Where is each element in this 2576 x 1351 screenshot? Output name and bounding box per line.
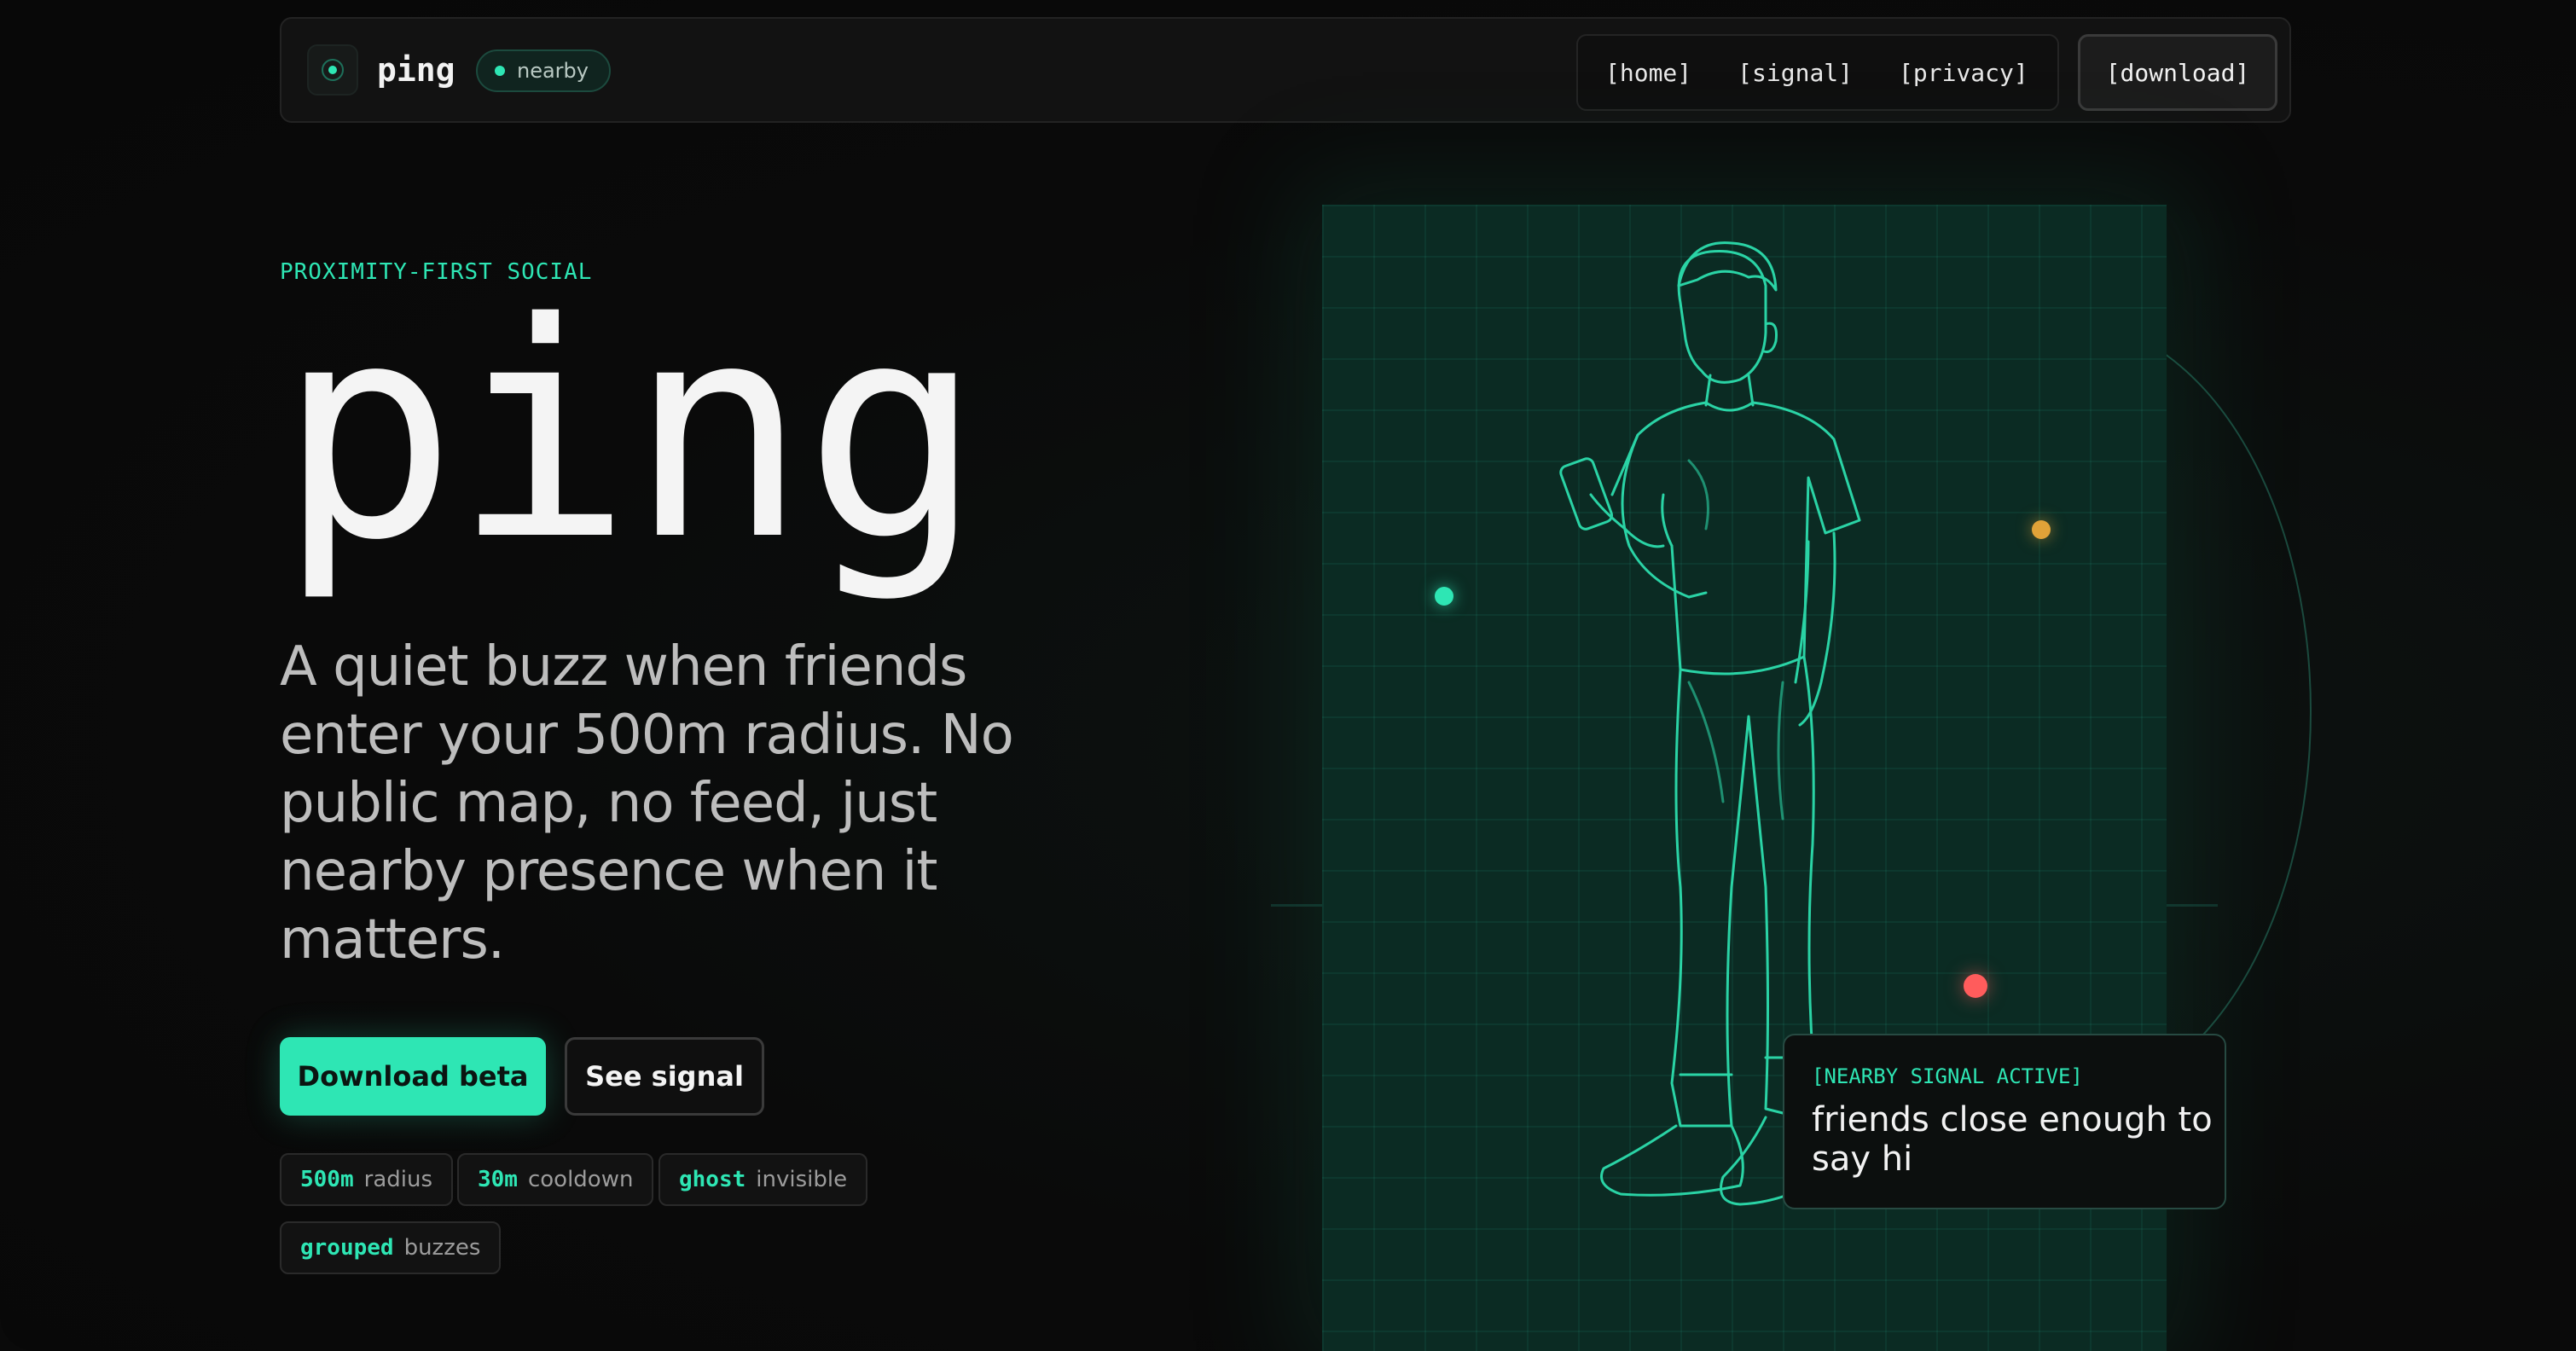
figure-arm-right: [1794, 531, 1836, 727]
nav-link-signal[interactable]: [signal]: [1738, 59, 1853, 87]
nav-links: [home] [signal] [privacy]: [1576, 34, 2059, 111]
see-signal-button[interactable]: See signal: [565, 1037, 764, 1116]
hero-title: ping: [278, 260, 983, 606]
status-dot-icon: [495, 66, 505, 76]
stat-grouped: grouped buzzes: [280, 1221, 502, 1274]
hero-description-line: matters.: [280, 908, 505, 971]
stat-value: grouped: [300, 1235, 394, 1261]
stat-ghost: ghost invisible: [659, 1153, 868, 1206]
stat-value: ghost: [679, 1167, 746, 1192]
stat-label: invisible: [756, 1167, 848, 1192]
figure-phone: [1559, 457, 1614, 531]
figure-collar: [1704, 401, 1755, 412]
figure-hair: [1677, 241, 1778, 292]
hero-description-line: public map, no feed, just: [280, 772, 937, 835]
figure-arm-left: [1621, 433, 1708, 599]
nav-link-privacy[interactable]: [privacy]: [1899, 59, 2028, 87]
stat-radius: 500m radius: [280, 1153, 453, 1206]
logo-dot: [328, 66, 337, 74]
status-badge: nearby: [476, 49, 611, 92]
nav-link-home[interactable]: [home]: [1605, 59, 1691, 87]
signal-card-label: [NEARBY SIGNAL ACTIVE]: [1812, 1064, 2083, 1088]
download-beta-button[interactable]: Download beta: [280, 1037, 546, 1116]
stat-label: cooldown: [527, 1167, 634, 1192]
friend-blip-teal[interactable]: [1435, 587, 1453, 606]
stat-value: 500m: [300, 1167, 354, 1192]
brand-name[interactable]: ping: [377, 51, 455, 89]
friend-blip-orange[interactable]: [2032, 520, 2051, 539]
hero-description-line: A quiet buzz when friends: [280, 635, 967, 699]
stat-label: buzzes: [403, 1235, 481, 1261]
hero-description-line: nearby presence when it: [280, 840, 937, 903]
hero-description-line: enter your 500m radius. No: [280, 704, 1014, 767]
stat-label: radius: [363, 1167, 432, 1192]
hero-description: A quiet buzz when friends enter your 500…: [280, 633, 1047, 974]
figure-detail-lines: [1687, 459, 1784, 820]
status-badge-label: nearby: [517, 59, 589, 83]
friend-blip-red[interactable]: [1964, 974, 1987, 998]
figure-torso: [1610, 401, 1861, 676]
nav-download-button[interactable]: [download]: [2078, 34, 2277, 111]
stat-value: 30m: [478, 1167, 518, 1192]
top-nav: ping nearby [home] [signal] [privacy] [d…: [280, 17, 2291, 123]
nearby-signal-card: [NEARBY SIGNAL ACTIVE] friends close eno…: [1783, 1034, 2226, 1209]
radar-logo-icon[interactable]: [307, 44, 358, 96]
signal-card-text-line: say hi: [1812, 1139, 1913, 1179]
signal-card-text: friends close enough to say hi: [1812, 1100, 2213, 1179]
signal-card-text-line: friends close enough to: [1812, 1100, 2213, 1139]
stat-cooldown: 30m cooldown: [457, 1153, 654, 1206]
